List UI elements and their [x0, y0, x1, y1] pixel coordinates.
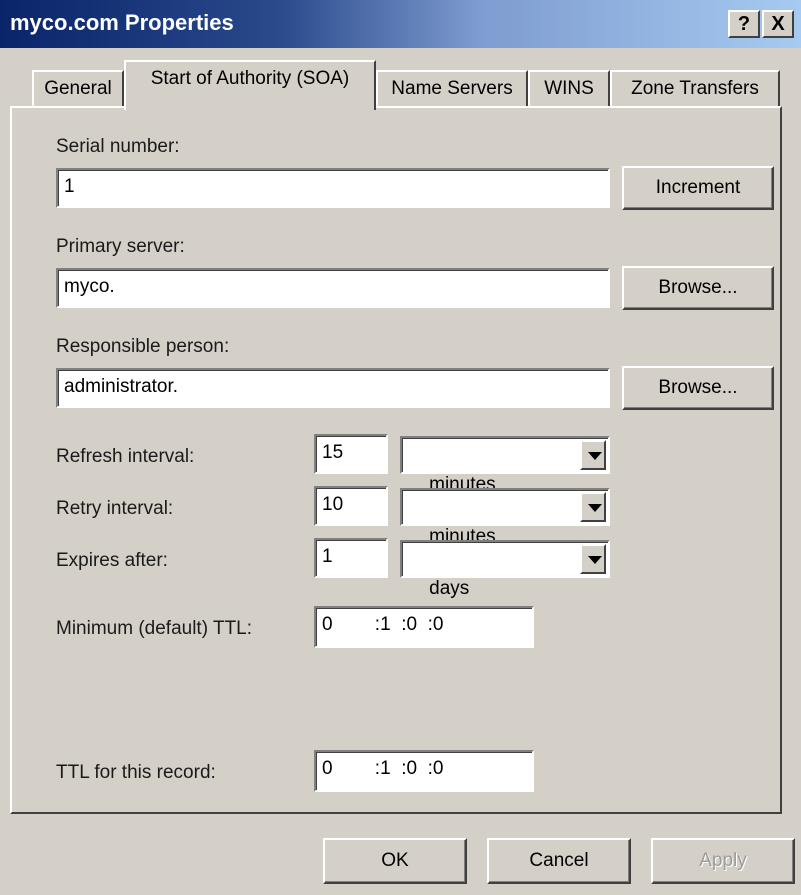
ok-button[interactable]: OK: [323, 838, 467, 884]
refresh-unit-select[interactable]: minutes: [400, 436, 610, 495]
help-button[interactable]: ?: [728, 10, 760, 38]
ttl-record-label: TTL for this record:: [56, 762, 216, 783]
tab-zone-transfers[interactable]: Zone Transfers: [610, 70, 780, 108]
chevron-down-icon[interactable]: [580, 440, 606, 470]
window-title: myco.com Properties: [10, 10, 234, 35]
expires-after-field[interactable]: 1: [314, 538, 388, 578]
tab-soa[interactable]: Start of Authority (SOA): [124, 60, 376, 110]
chevron-down-icon[interactable]: [580, 492, 606, 522]
tab-name-servers[interactable]: Name Servers: [376, 70, 528, 108]
close-button[interactable]: X: [762, 10, 794, 38]
refresh-interval-label: Refresh interval:: [56, 446, 195, 467]
serial-number-field[interactable]: 1: [56, 168, 610, 208]
responsible-browse-button[interactable]: Browse...: [622, 366, 774, 410]
primary-browse-button[interactable]: Browse...: [622, 266, 774, 310]
chevron-down-icon[interactable]: [580, 544, 606, 574]
expires-after-label: Expires after:: [56, 550, 168, 571]
primary-server-label: Primary server:: [56, 236, 185, 257]
apply-button[interactable]: Apply: [651, 838, 795, 884]
cancel-button[interactable]: Cancel: [487, 838, 631, 884]
serial-number-label: Serial number:: [56, 136, 180, 157]
retry-unit-select[interactable]: minutes: [400, 488, 610, 547]
increment-button[interactable]: Increment: [622, 166, 774, 210]
responsible-person-field[interactable]: administrator.: [56, 368, 610, 408]
title-bar[interactable]: myco.com Properties ? X: [0, 0, 801, 48]
expires-unit-select[interactable]: days: [400, 540, 610, 599]
retry-interval-field[interactable]: 10: [314, 486, 388, 526]
ttl-record-field[interactable]: 0 :1 :0 :0: [314, 750, 534, 792]
tab-panel: Serial number: 1 Increment Primary serve…: [10, 106, 782, 814]
refresh-interval-field[interactable]: 15: [314, 434, 388, 474]
tab-general[interactable]: General: [32, 70, 124, 108]
retry-interval-label: Retry interval:: [56, 498, 174, 519]
expires-unit-value: days: [429, 578, 470, 599]
primary-server-field[interactable]: myco.: [56, 268, 610, 308]
tab-wins[interactable]: WINS: [528, 70, 610, 108]
minimum-ttl-label: Minimum (default) TTL:: [56, 618, 253, 639]
responsible-person-label: Responsible person:: [56, 336, 230, 357]
minimum-ttl-field[interactable]: 0 :1 :0 :0: [314, 606, 534, 648]
